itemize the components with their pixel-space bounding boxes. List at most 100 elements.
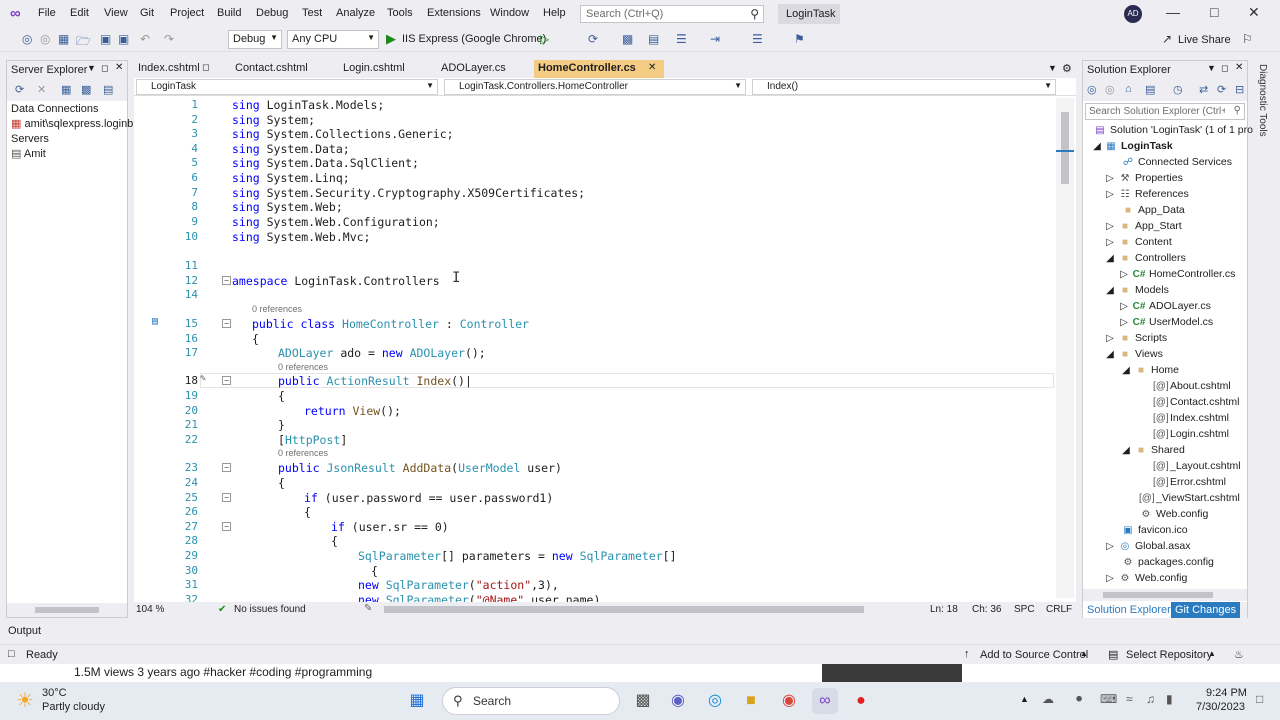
switch-views-icon[interactable]: ▤ <box>1145 83 1155 96</box>
tab-solution-explorer[interactable]: Solution Explorer <box>1083 602 1175 618</box>
tab-homecontroller-cs[interactable]: HomeController.cs ✕ <box>534 60 664 78</box>
tree-item-viewstart-cshtml[interactable]: [@]_ViewStart.cshtml <box>1139 492 1240 504</box>
tree-item-index-cshtml[interactable]: [@]Index.cshtml <box>1153 412 1229 424</box>
new-project-icon[interactable]: ▦ <box>58 32 69 46</box>
avatar[interactable]: AD <box>1124 5 1142 23</box>
tree-item-connection[interactable]: ▦ amit\sqlexpress.loginb <box>11 117 133 130</box>
back-icon[interactable]: ◎ <box>1087 83 1097 96</box>
comment-icon[interactable]: ☰ <box>676 32 687 46</box>
expand-icon[interactable]: ▷ <box>1105 221 1115 232</box>
tree-item-app-start[interactable]: ▷ ■ App_Start <box>1105 220 1182 232</box>
notification-icon[interactable]: □ <box>1256 692 1263 706</box>
config-select[interactable]: Debug ▼ <box>228 30 282 49</box>
platform-select[interactable]: Any CPU ▼ <box>287 30 379 49</box>
microphone-icon[interactable]: ⚫ <box>1074 692 1084 706</box>
browse-icon[interactable]: ▩ <box>622 32 633 46</box>
keyboard-icon[interactable]: ⌨ <box>1100 692 1117 706</box>
tree-item-login-cshtml[interactable]: [@]Login.cshtml <box>1153 428 1229 440</box>
history-icon[interactable]: ◷ <box>1173 83 1183 96</box>
tab-dropdown-icon[interactable]: ▼ <box>1048 63 1057 73</box>
inheritance-margin-icon[interactable]: ▤ <box>152 316 158 327</box>
tree-item-models[interactable]: ◢ ■ Models <box>1105 284 1169 296</box>
tree-item-data-connections[interactable]: Data Connections <box>11 103 98 115</box>
fold-toggle[interactable]: − <box>222 463 231 472</box>
add-to-source-control-button[interactable]: Add to Source Control <box>980 649 1088 661</box>
minimize-icon[interactable]: — <box>1166 4 1180 20</box>
tree-item-contact-cshtml[interactable]: [@]Contact.cshtml <box>1153 396 1239 408</box>
wifi-icon[interactable]: ≈ <box>1126 692 1133 706</box>
menu-edit[interactable]: Edit <box>70 7 89 19</box>
menu-view[interactable]: View <box>104 7 128 19</box>
expand-icon[interactable]: ◢ <box>1105 253 1115 264</box>
member-nav-select[interactable]: Index() ▼ <box>752 79 1056 95</box>
scroll-thumb[interactable] <box>1061 112 1069 184</box>
tree-item-about-cshtml[interactable]: [@]About.cshtml <box>1153 380 1231 392</box>
tree-item-solution[interactable]: ▤ Solution 'LoginTask' (1 of 1 pro <box>1093 124 1253 136</box>
settings-gear-icon[interactable]: ⚙ <box>1062 62 1072 75</box>
panel-menu-icon[interactable]: ▼ <box>1207 63 1216 73</box>
sync-icon[interactable]: ⇄ <box>1199 83 1208 96</box>
taskbar-date[interactable]: 7/30/2023 <box>1196 701 1245 713</box>
tree-item-global-asax[interactable]: ▷ ◎ Global.asax <box>1105 540 1190 552</box>
notification-bell-icon[interactable]: ♨ <box>1234 648 1244 661</box>
task-view-icon[interactable]: ▩ <box>630 688 656 714</box>
whitespace-indicator[interactable]: SPC <box>1014 604 1035 615</box>
tree-item-project[interactable]: ◢ ▦ LoginTask <box>1093 140 1173 152</box>
menu-build[interactable]: Build <box>217 7 241 19</box>
redo-icon[interactable]: ↷ <box>164 32 174 46</box>
tree-item-webconfig[interactable]: ▷ ⚙ Web.config <box>1105 572 1187 584</box>
run-icon[interactable]: ▶ <box>386 31 396 47</box>
expand-icon[interactable]: ◢ <box>1105 285 1115 296</box>
teams-icon[interactable]: ◉ <box>665 688 691 714</box>
file-explorer-icon[interactable]: ■ <box>738 688 764 714</box>
code-lens-references[interactable]: 0 references <box>278 448 328 458</box>
tree-item-references[interactable]: ▷ ☷ References <box>1105 188 1189 200</box>
horizontal-scrollbar[interactable] <box>384 606 864 613</box>
list-icon[interactable]: ☰ <box>752 32 763 46</box>
menu-file[interactable]: File <box>38 7 56 19</box>
column-indicator[interactable]: Ch: 36 <box>972 604 1001 615</box>
live-share-icon[interactable]: ↗ <box>1162 32 1172 46</box>
search-input[interactable]: Search (Ctrl+Q) ⚲ <box>580 5 764 23</box>
menu-git[interactable]: Git <box>140 7 154 19</box>
project-nav-select[interactable]: LoginTask ▼ <box>136 79 438 95</box>
weather-temp[interactable]: 30°C <box>42 687 67 699</box>
menu-help[interactable]: Help <box>543 7 566 19</box>
expand-icon[interactable]: ◢ <box>1105 349 1115 360</box>
code-lens-references[interactable]: 0 references <box>278 362 328 372</box>
tree-item-favicon[interactable]: ▣ favicon.ico <box>1121 524 1187 536</box>
home-icon[interactable]: ⌂ <box>1125 83 1132 95</box>
edge-icon[interactable]: ◎ <box>702 688 728 714</box>
tree-item-packages-config[interactable]: ⚙ packages.config <box>1121 556 1214 568</box>
expand-icon[interactable]: ▷ <box>1119 301 1129 312</box>
expand-icon[interactable]: ◢ <box>1121 365 1131 376</box>
tab-git-changes[interactable]: Git Changes <box>1171 602 1241 618</box>
close-icon[interactable]: ✕ <box>1235 62 1243 73</box>
menu-analyze[interactable]: Analyze <box>336 7 375 19</box>
tree-item-content[interactable]: ▷ ■ Content <box>1105 236 1172 248</box>
save-all-icon[interactable]: ▣ <box>118 32 129 46</box>
tree-item-app-data[interactable]: ■ App_Data <box>1121 204 1185 216</box>
pin-icon[interactable]: ◻ <box>202 62 209 73</box>
visual-studio-icon[interactable]: ∞ <box>812 688 838 714</box>
tree-item-server-amit[interactable]: ▤ Amit <box>11 147 46 160</box>
fold-toggle[interactable]: − <box>222 276 231 285</box>
tab-contact-cshtml[interactable]: Contact.cshtml <box>231 60 331 78</box>
code-cleanup-icon[interactable]: ✎ <box>364 603 372 614</box>
menu-test[interactable]: Test <box>302 7 322 19</box>
taskbar-time[interactable]: 9:24 PM <box>1206 687 1247 699</box>
tree-item-home-folder[interactable]: ◢ ■ Home <box>1121 364 1179 376</box>
expand-icon[interactable]: ▷ <box>1119 317 1129 328</box>
close-icon[interactable]: ✕ <box>648 62 656 73</box>
expand-icon[interactable]: ▷ <box>1105 573 1115 584</box>
save-icon[interactable]: ▣ <box>100 32 111 46</box>
tree-item-connected-services[interactable]: ☍ Connected Services <box>1121 156 1232 168</box>
code-area[interactable]: 1 sing LoginTask.Models; 2 sing System; … <box>134 98 1054 608</box>
tree-item-error-cshtml[interactable]: [@]Error.cshtml <box>1153 476 1226 488</box>
forward-icon[interactable]: ◎ <box>1105 83 1115 96</box>
class-nav-select[interactable]: LoginTask.Controllers.HomeController ▼ <box>444 79 746 95</box>
select-repository-button[interactable]: Select Repository <box>1126 649 1212 661</box>
tab-index-cshtml[interactable]: Index.cshtml ◻ <box>134 60 222 78</box>
refresh-icon[interactable]: ⟳ <box>1217 83 1226 96</box>
solution-search-input[interactable]: Search Solution Explorer (Ctrl+;) ⚲ <box>1085 103 1245 120</box>
